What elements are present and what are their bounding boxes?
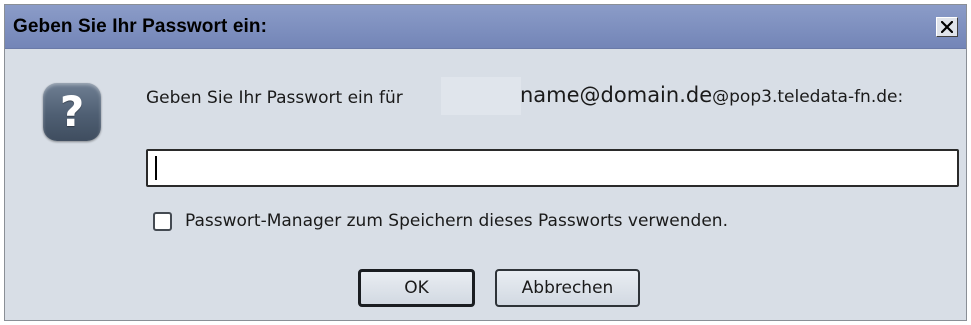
account-email: name@domain.de: [520, 83, 713, 107]
cancel-button[interactable]: Abbrechen: [495, 269, 640, 307]
prompt-highlight: [441, 77, 521, 115]
account-server: @pop3.teledata-fn.de:: [712, 87, 904, 107]
question-mark-icon: ?: [43, 83, 101, 141]
dialog-title: Geben Sie Ihr Passwort ein:: [13, 16, 267, 37]
close-icon: [941, 21, 953, 33]
remember-password-option[interactable]: Passwort-Manager zum Speichern dieses Pa…: [153, 211, 728, 231]
ok-button[interactable]: OK: [358, 269, 475, 307]
remember-password-label: Passwort-Manager zum Speichern dieses Pa…: [185, 211, 728, 231]
password-dialog: Geben Sie Ihr Passwort ein: ? Geben Sie …: [4, 4, 967, 321]
text-caret: [155, 156, 157, 180]
close-button[interactable]: [936, 17, 958, 37]
prompt-label: Geben Sie Ihr Passwort ein für: [146, 88, 403, 108]
account-identifier: name@domain.de@pop3.teledata-fn.de:: [520, 83, 903, 107]
titlebar[interactable]: Geben Sie Ihr Passwort ein:: [5, 5, 966, 49]
password-input[interactable]: [146, 149, 959, 187]
remember-password-checkbox[interactable]: [153, 211, 172, 231]
question-mark-glyph: ?: [59, 87, 85, 136]
